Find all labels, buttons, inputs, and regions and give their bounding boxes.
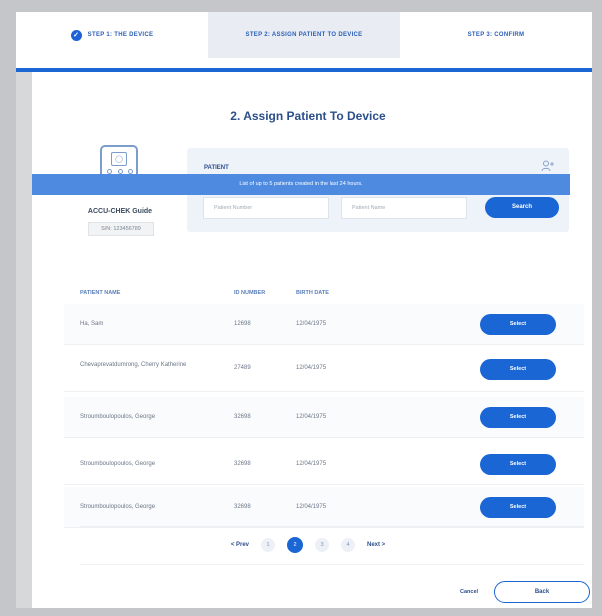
left-gutter (16, 72, 32, 608)
page-1[interactable]: 1 (261, 538, 275, 552)
patient-id: 12698 (234, 321, 251, 327)
patient-birth-date: 12/04/1975 (296, 365, 327, 371)
col-birth-date: BIRTH DATE (296, 290, 329, 296)
device-serial: S/N: 123456789 (88, 222, 154, 236)
app-frame: ✓ STEP 1: THE DEVICE STEP 2: ASSIGN PATI… (16, 12, 592, 608)
page-title: 2. Assign Patient To Device (230, 109, 386, 123)
patient-id: 32698 (234, 414, 251, 420)
patient-name-input[interactable]: Patient Name (341, 197, 467, 219)
page-2-current[interactable]: 2 (287, 537, 303, 553)
step-1[interactable]: ✓ STEP 1: THE DEVICE (16, 12, 208, 58)
divider (80, 526, 584, 527)
col-id-number: ID NUMBER (234, 290, 266, 296)
select-button[interactable]: Select (480, 314, 556, 335)
select-button[interactable]: Select (480, 407, 556, 428)
select-button[interactable]: Select (480, 359, 556, 380)
table-row: Chevaprevatdumrong, Cherry Katherine 274… (64, 347, 584, 392)
patient-name: Stroumboulopoulos, George (80, 414, 156, 420)
table-row: Stroumboulopoulos, George 32698 12/04/19… (64, 397, 584, 438)
page-4[interactable]: 4 (341, 538, 355, 552)
step-1-label: STEP 1: THE DEVICE (87, 32, 154, 38)
check-icon: ✓ (70, 29, 82, 41)
select-button[interactable]: Select (480, 497, 556, 518)
main-content: 2. Assign Patient To Device ◯ ACCU-CHEK … (32, 72, 590, 608)
table-header: PATIENT NAME ID NUMBER BIRTH DATE (64, 284, 584, 302)
patient-name: Stroumboulopoulos, George (80, 461, 156, 467)
stepper: ✓ STEP 1: THE DEVICE STEP 2: ASSIGN PATI… (16, 12, 592, 58)
col-patient-name: PATIENT NAME (80, 290, 121, 296)
patient-birth-date: 12/04/1975 (296, 321, 327, 327)
patient-name: Chevaprevatdumrong, Cherry Katherine (80, 362, 187, 368)
divider (80, 564, 584, 565)
patient-id: 27489 (234, 365, 251, 371)
patient-id: 32698 (234, 504, 251, 510)
cancel-button[interactable]: Cancel (460, 589, 478, 595)
table-row: Stroumboulopoulos, George 32698 12/04/19… (64, 487, 584, 528)
step-2[interactable]: STEP 2: ASSIGN PATIENT TO DEVICE (208, 12, 400, 58)
step-3[interactable]: STEP 3: CONFIRM (400, 12, 592, 58)
patient-number-input[interactable]: Patient Number (203, 197, 329, 219)
pagination: < Prev 1 2 3 4 Next > (32, 534, 584, 556)
next-page-link[interactable]: Next > (367, 542, 385, 548)
step-3-label: STEP 3: CONFIRM (467, 32, 525, 38)
table-row: Ha, Sam 12698 12/04/1975 Select (64, 304, 584, 345)
patient-id: 32698 (234, 461, 251, 467)
patient-birth-date: 12/04/1975 (296, 461, 327, 467)
device-name: ACCU-CHEK Guide (87, 208, 153, 215)
drop-icon: ◯ (111, 152, 127, 166)
page-3[interactable]: 3 (315, 538, 329, 552)
patient-name: Stroumboulopoulos, George (80, 504, 156, 510)
search-button[interactable]: Search (485, 197, 559, 218)
back-button[interactable]: Back (494, 581, 590, 603)
step-2-label: STEP 2: ASSIGN PATIENT TO DEVICE (245, 32, 363, 38)
prev-page-link[interactable]: < Prev (231, 542, 249, 548)
patient-label: PATIENT (204, 165, 229, 171)
patient-name: Ha, Sam (80, 321, 104, 327)
info-banner: List of up to 5 patients created in the … (32, 174, 570, 195)
table-row: Stroumboulopoulos, George 32698 12/04/19… (64, 444, 584, 485)
patient-birth-date: 12/04/1975 (296, 414, 327, 420)
select-button[interactable]: Select (480, 454, 556, 475)
add-user-icon[interactable] (541, 160, 555, 172)
patient-birth-date: 12/04/1975 (296, 504, 327, 510)
